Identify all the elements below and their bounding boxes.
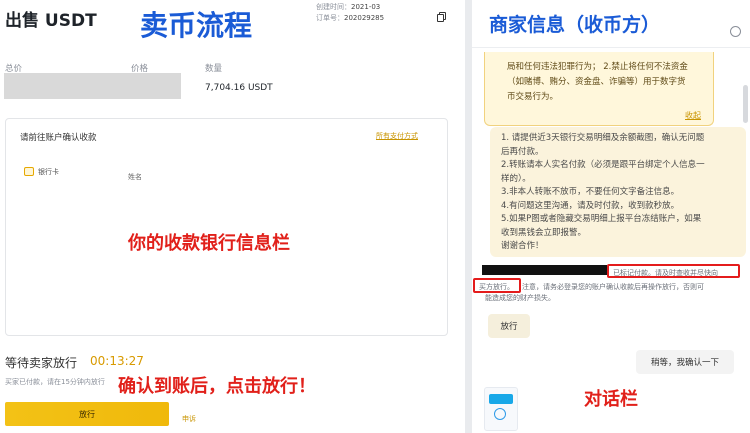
highlight-box-b bbox=[473, 278, 521, 293]
overlay-chat-note: 对话栏 bbox=[584, 389, 638, 410]
rule-line: 5.如果P图或者隐藏交易明细上报平台冻结账户，如果 bbox=[501, 214, 702, 224]
created-time: 创建时间：2021-03 bbox=[316, 3, 381, 11]
all-payment-methods-link[interactable]: 所有支付方式 bbox=[376, 131, 418, 141]
collapse-link[interactable]: 收起 bbox=[685, 108, 701, 123]
rule-line: 样的）。 bbox=[501, 173, 531, 184]
payment-prompt: 请前往账户确认收款 bbox=[20, 133, 97, 143]
panel-divider bbox=[465, 0, 472, 433]
rule-line: 2.转账请本人实名付款（必须是跟平台绑定个人信息一 bbox=[501, 160, 705, 170]
payee-name-label: 姓名 bbox=[128, 173, 142, 181]
release-sub-note: 买家已付款，请在15分钟内放行 bbox=[5, 378, 105, 386]
system-message-c: 注意，请务必登录您的账户确认收款后再操作放行，否则可 bbox=[522, 283, 704, 291]
payment-method-label: 银行卡 bbox=[38, 168, 59, 176]
redacted-amount bbox=[4, 73, 181, 99]
overlay-merchant-title: 商家信息（收币方） bbox=[489, 14, 661, 36]
highlight-box-a bbox=[607, 264, 740, 278]
rule-line: 后再付款。 bbox=[501, 146, 544, 157]
payment-card: 请前往账户确认收款 所有支付方式 银行卡 姓名 你的收款银行信息栏 bbox=[5, 118, 448, 336]
trade-notice: 局和任何违法犯罪行为； 2.禁止将任何不法资金 （如赌博、贿分、资金盘、诈骗等）… bbox=[484, 52, 714, 126]
order-panel: 出售 USDT 卖币流程 创建时间：2021-03 订单号：202029285 … bbox=[0, 0, 465, 433]
notice-line-2: （如赌博、贿分、资金盘、诈骗等）用于数字货 bbox=[507, 77, 686, 87]
waiting-release-label: 等待卖家放行 bbox=[5, 356, 78, 370]
notice-line-1: 局和任何违法犯罪行为； 2.禁止将任何不法资金 bbox=[507, 62, 688, 72]
countdown-timer: 00:13:27 bbox=[90, 354, 144, 368]
qty-label: 数量 bbox=[205, 64, 223, 74]
overlay-bank-info-note: 你的收款银行信息栏 bbox=[128, 233, 290, 254]
merchant-rules: 1. 请提供近3天银行交易明细及余额截图，确认无问题 后再付款。 2.转账请本人… bbox=[490, 127, 746, 257]
rule-line: 谢谢合作！ bbox=[501, 241, 544, 251]
bank-card-icon bbox=[24, 167, 34, 176]
chat-scrollbar[interactable] bbox=[743, 85, 748, 123]
release-chat-bubble: 放行 bbox=[488, 314, 530, 338]
appeal-link[interactable]: 申诉 bbox=[182, 414, 196, 424]
rule-line: 3.非本人转账不放币，不要任何文字备注信息。 bbox=[501, 187, 680, 197]
redacted-username bbox=[482, 265, 607, 275]
release-button[interactable]: 放行 bbox=[5, 402, 169, 426]
notice-line-3: 币交易行为。 bbox=[507, 92, 559, 102]
rule-line: 收到黑钱会立即报警。 bbox=[501, 227, 587, 238]
overlay-release-note: 确认到账后，点击放行！ bbox=[118, 376, 316, 397]
header-divider bbox=[472, 47, 750, 48]
page-title: 出售 USDT bbox=[5, 11, 97, 31]
phone-icon[interactable] bbox=[730, 26, 741, 37]
reply-chat-bubble: 稍等，我确认一下 bbox=[636, 350, 734, 374]
rule-line: 4.有问题这里沟通，请及时付款，收到款秒放。 bbox=[501, 200, 680, 211]
copy-icon[interactable] bbox=[437, 12, 446, 22]
rule-line: 1. 请提供近3天银行交易明细及余额截图，确认无问题 bbox=[501, 133, 705, 143]
order-number: 订单号：202029285 bbox=[316, 14, 385, 22]
system-message-d: 能造成您的财产损失。 bbox=[485, 294, 555, 302]
qty-value: 7,704.16 USDT bbox=[205, 83, 273, 93]
overlay-main-title: 卖币流程 bbox=[140, 9, 253, 42]
chat-panel: 商家信息（收币方） 局和任何违法犯罪行为； 2.禁止将任何不法资金 （如赌博、贿… bbox=[472, 0, 750, 433]
image-attachment-thumbnail[interactable] bbox=[484, 387, 518, 431]
